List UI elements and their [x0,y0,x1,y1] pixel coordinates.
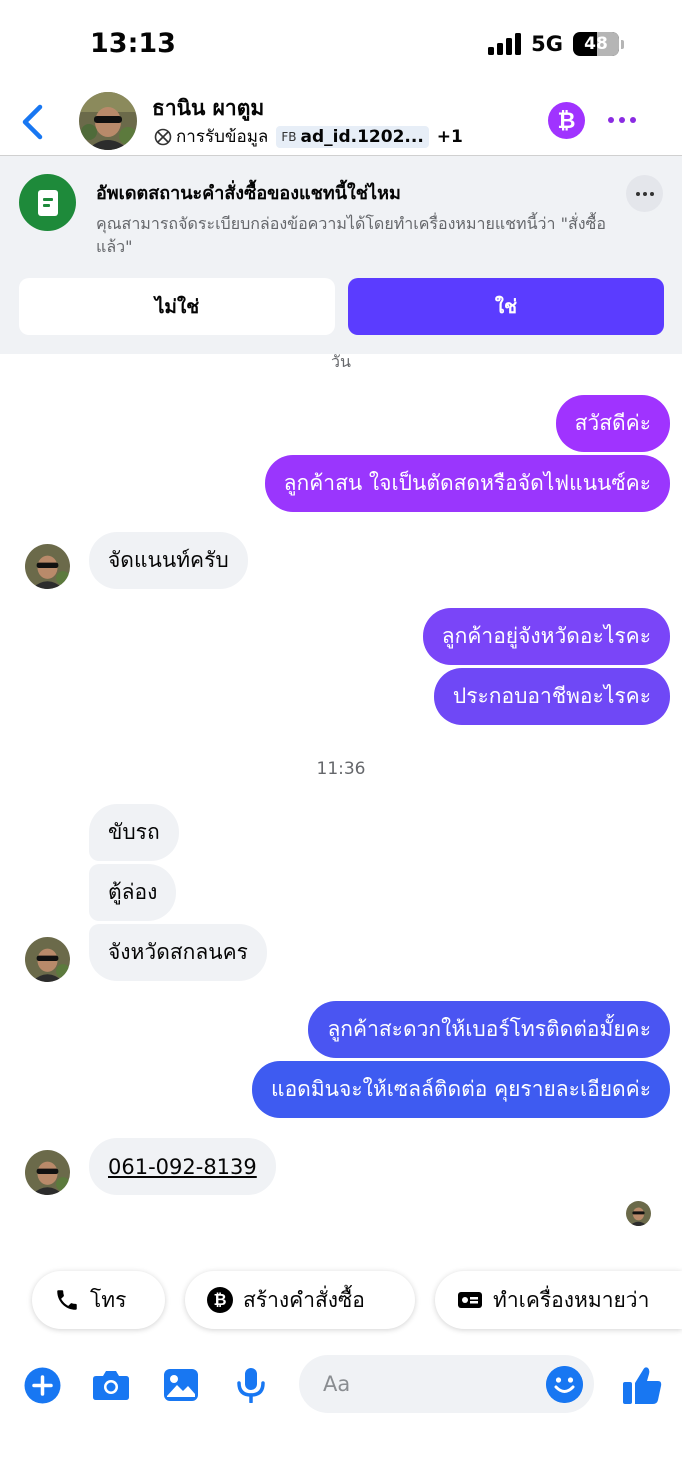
contact-subtitle: การรับข้อมูล FB ad_id.1202... +1 [154,123,463,150]
battery-level: 48 [584,34,608,54]
plus-icon[interactable] [22,1365,62,1405]
message-bubble-incoming[interactable]: จังหวัดสกลนคร [89,924,267,981]
call-action-button[interactable]: โทร [32,1271,165,1329]
battery-tip [621,39,624,49]
document-icon [19,174,76,231]
contact-avatar[interactable] [79,92,137,150]
mark-as-button[interactable]: ทำเครื่องหมายว่า [435,1271,682,1329]
battery-icon: 48 [573,32,619,56]
contact-avatar-small[interactable] [25,1150,70,1195]
chat-header: ธานิน ผาตูม การรับข้อมูล FB ad_id.1202..… [0,90,682,156]
back-arrow-icon[interactable] [20,104,46,140]
message-bubble-outgoing[interactable]: ลูกค้าสะดวกให้เบอร์โทรติดต่อมั้ยคะ [308,1001,670,1058]
message-bubble-outgoing[interactable]: สวัสดีค่ะ [555,395,670,452]
consent-icon [154,128,172,145]
banner-more-icon[interactable] [626,175,663,212]
message-bubble-incoming[interactable]: จัดแนนท์ครับ [89,532,248,589]
message-bubble-outgoing[interactable]: ลูกค้าอยู่จังหวัดอะไรคะ [422,608,670,665]
contact-avatar-small[interactable] [25,544,70,589]
bitcoin-icon: ₿ [207,1287,233,1313]
message-bubble-incoming[interactable]: ตู้ล่อง [89,864,177,921]
camera-icon[interactable] [91,1365,131,1405]
emoji-icon[interactable] [546,1366,583,1403]
consent-label: การรับข้อมูล [176,127,269,147]
message-bubble-outgoing[interactable]: ประกอบอาชีพอะไรคะ [433,668,670,725]
mark-as-label: ทำเครื่องหมายว่า [493,1287,650,1312]
signal-icon [488,33,522,55]
ad-tag-prefix: FB [281,129,297,144]
banner-title: อัพเดตสถานะคำสั่งซื้อของแชทนี้ใช่ไหม [96,183,401,204]
extra-tags-count[interactable]: +1 [437,127,463,147]
consent-status[interactable]: การรับข้อมูล [154,123,268,150]
contact-name[interactable]: ธานิน ผาตูม [152,92,264,125]
tag-icon [458,1292,482,1308]
status-time: 13:13 [90,28,176,59]
phone-icon [57,1290,77,1310]
more-options-icon[interactable] [608,117,636,123]
order-status-banner: อัพเดตสถานะคำสั่งซื้อของแชทนี้ใช่ไหม คุณ… [0,156,682,354]
status-bar: 13:13 5G 48 [0,0,682,90]
date-divider: วัน [331,352,351,370]
message-bubble-outgoing[interactable]: ลูกค้าสน ใจเป็นตัดสดหรือจัดไฟแนนซ์คะ [264,455,670,512]
network-type: 5G [531,32,563,56]
contact-avatar-small[interactable] [25,937,70,982]
message-bubble-incoming[interactable]: 061-092-8139 [89,1138,276,1195]
phone-number-link[interactable]: 061-092-8139 [108,1155,257,1179]
yes-button[interactable]: ใช่ [348,278,664,335]
create-order-label: สร้างคำสั่งซื้อ [243,1287,365,1312]
message-bubble-outgoing[interactable]: แอดมินจะให้เซลล์ติดต่อ คุยรายละเอียดค่ะ [252,1061,670,1118]
message-bubble-incoming[interactable]: ขับรถ [89,804,179,861]
no-button[interactable]: ไม่ใช่ [19,278,335,335]
bitcoin-glyph: ₿ [557,108,576,134]
time-divider: 11:36 [316,759,366,779]
message-composer [0,1355,682,1415]
bitcoin-icon[interactable]: ₿ [548,102,585,139]
create-order-button[interactable]: ₿ สร้างคำสั่งซื้อ [185,1271,415,1329]
ad-tag-label: ad_id.1202... [300,126,424,147]
status-indicators: 5G 48 [488,32,624,56]
gallery-icon[interactable] [161,1365,201,1405]
call-action-label: โทร [90,1287,127,1312]
seen-receipt-avatar [626,1201,651,1226]
microphone-icon[interactable] [231,1365,271,1405]
banner-description: คุณสามารถจัดระเบียบกล่องข้อความได้โดยทำเ… [96,214,606,256]
ad-tag[interactable]: FB ad_id.1202... [276,125,429,148]
thumbs-up-icon[interactable] [621,1364,663,1406]
